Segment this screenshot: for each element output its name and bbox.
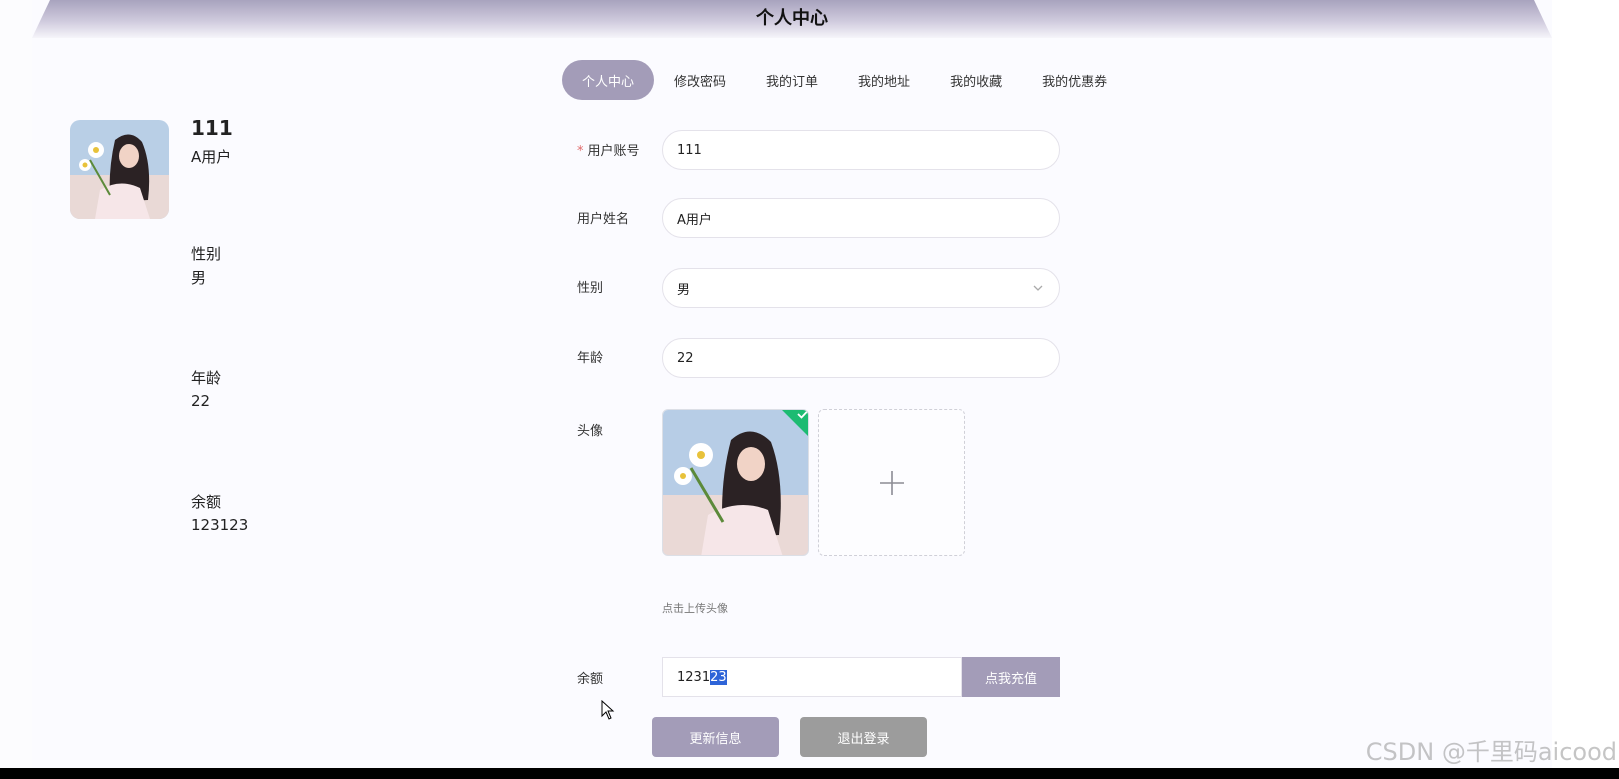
avatar: [70, 120, 169, 219]
mouse-cursor-icon: [601, 700, 615, 720]
required-mark: *: [577, 144, 584, 159]
tab-my-coupons[interactable]: 我的优惠券: [1022, 60, 1127, 100]
gender-label: 性别: [577, 281, 604, 296]
age-input[interactable]: 22: [662, 338, 1060, 378]
profile-gender-value: 男: [191, 269, 207, 287]
name-label: 用户姓名: [577, 212, 630, 227]
profile-name: A用户: [191, 148, 232, 166]
profile-balance-value: 123123: [191, 516, 249, 534]
watermark: CSDN @千里码aicood: [1365, 738, 1617, 766]
check-icon: [797, 410, 808, 419]
upload-tip: 点击上传头像: [662, 602, 728, 615]
tab-profile[interactable]: 个人中心: [562, 60, 655, 100]
right-background: [1559, 0, 1619, 779]
left-background: [0, 0, 32, 779]
balance-value-selected: 23: [710, 669, 727, 685]
update-info-button[interactable]: 更新信息: [652, 717, 779, 757]
tab-my-addresses[interactable]: 我的地址: [838, 60, 930, 100]
chevron-down-icon: [1033, 285, 1043, 291]
tab-change-password[interactable]: 修改密码: [654, 60, 746, 100]
upload-avatar-button[interactable]: [818, 409, 965, 556]
balance-label: 余额: [577, 672, 604, 687]
profile-account: 111: [191, 116, 233, 140]
age-label: 年龄: [577, 351, 604, 366]
account-input[interactable]: 111: [662, 130, 1060, 170]
gender-select-value: 男: [677, 282, 691, 298]
account-label: * 用户账号: [577, 140, 640, 159]
balance-input[interactable]: 1231 23: [662, 657, 962, 697]
uploaded-avatar[interactable]: [662, 409, 809, 556]
tab-my-orders[interactable]: 我的订单: [746, 60, 838, 100]
profile-balance-label: 余额: [191, 493, 222, 511]
recharge-button[interactable]: 点我充值: [962, 657, 1060, 697]
name-input[interactable]: A用户: [662, 198, 1060, 238]
profile-page: 个人中心 个人中心 修改密码 我的订单 我的地址 我的收藏 我的优惠券 111 …: [32, 0, 1552, 768]
balance-value: 1231: [677, 669, 711, 685]
profile-age-value: 22: [191, 392, 211, 410]
plus-icon: [879, 470, 904, 495]
profile-tabs: 个人中心 修改密码 我的订单 我的地址 我的收藏 我的优惠券: [562, 60, 1127, 100]
profile-age-label: 年龄: [191, 369, 222, 387]
logout-button[interactable]: 退出登录: [800, 717, 927, 757]
account-label-text: 用户账号: [587, 144, 640, 159]
profile-gender-label: 性别: [191, 245, 222, 263]
page-title: 个人中心: [756, 8, 828, 29]
bottom-bar: [0, 768, 1619, 779]
avatar-label: 头像: [577, 424, 604, 439]
tab-my-favorites[interactable]: 我的收藏: [930, 60, 1022, 100]
avatar-image: [663, 410, 808, 555]
gender-select[interactable]: 男: [662, 268, 1060, 308]
